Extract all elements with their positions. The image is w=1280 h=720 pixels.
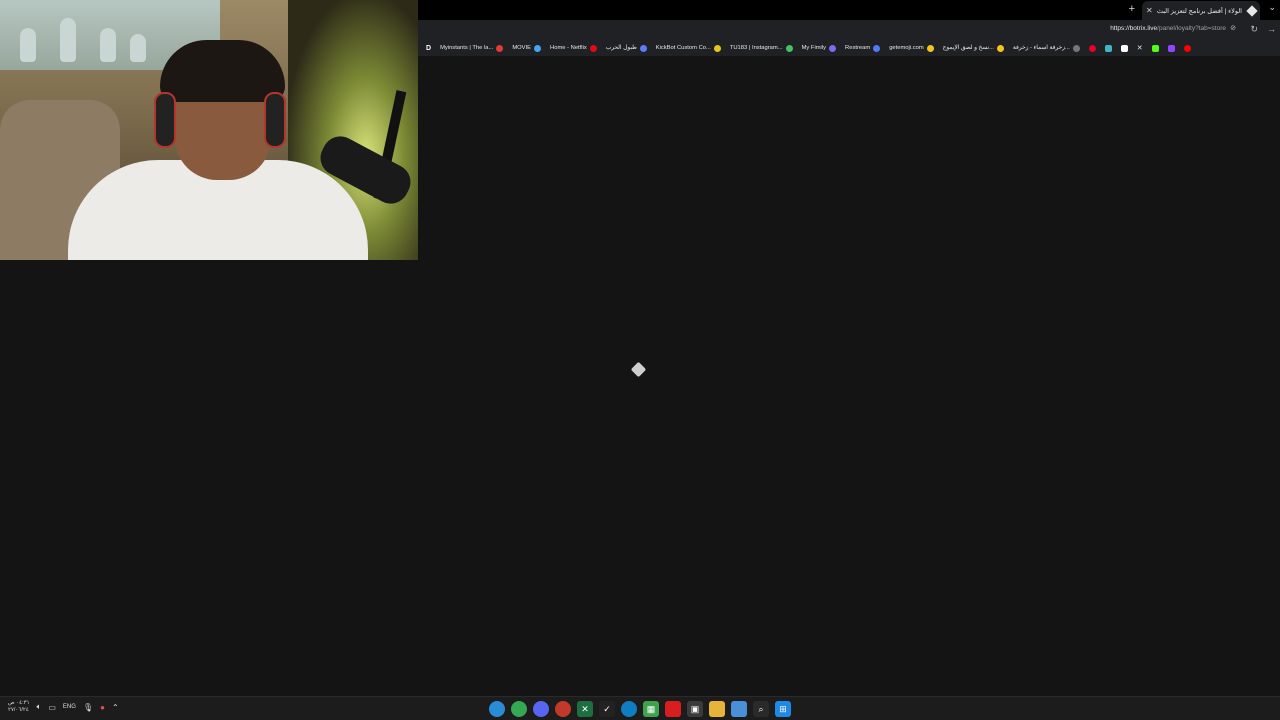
taskbar: ٠٤:٣١ ص ٢٧/٠٦/٢٤ 🔈︎ ▭ ENG 🎙︎ ● ⌃ ✕ ✓ ▦ ▣… xyxy=(0,696,1280,720)
file-explorer-icon[interactable] xyxy=(709,701,725,717)
url-path: /panel/loyalty?tab=store xyxy=(1157,25,1226,32)
twitch-icon[interactable] xyxy=(1167,44,1175,52)
tab-title: الولاء | أفضل برنامج لتعزيز البث الم... xyxy=(1156,7,1242,15)
webcam-overlay xyxy=(0,0,418,260)
display-icon[interactable]: ▭ xyxy=(48,703,56,712)
x-icon[interactable]: ✕ xyxy=(1137,44,1143,52)
youtube-icon[interactable] xyxy=(1183,44,1191,52)
bookmark-getemoji[interactable]: getemoji.com xyxy=(889,44,934,52)
chevron-up-icon[interactable]: ⌃ xyxy=(112,703,119,712)
language-indicator[interactable]: ENG xyxy=(63,704,76,710)
forward-icon[interactable]: → xyxy=(1267,24,1276,34)
tiktok-icon[interactable] xyxy=(1120,44,1128,52)
taskbar-apps: ✕ ✓ ▦ ▣ ⌕ ⊞ xyxy=(489,701,791,717)
clock-time: ٠٤:٣١ ص xyxy=(8,700,30,706)
kick-icon[interactable] xyxy=(1151,44,1159,52)
chevron-down-icon[interactable]: ⌄ xyxy=(1268,2,1276,13)
close-icon[interactable]: ✕ xyxy=(1146,6,1153,15)
recording-icon[interactable]: ● xyxy=(100,703,105,712)
system-tray: ٠٤:٣١ ص ٢٧/٠٦/٢٤ 🔈︎ ▭ ENG 🎙︎ ● ⌃ xyxy=(8,700,119,714)
streamer-hair xyxy=(160,40,285,102)
discord-icon[interactable] xyxy=(533,701,549,717)
bookmark-myinstants[interactable]: Myinstants | The la... xyxy=(440,44,504,52)
d-logo-icon[interactable]: D xyxy=(426,45,431,52)
red-app-icon[interactable] xyxy=(665,701,681,717)
bookmark-my-fimily[interactable]: My Fimily xyxy=(802,44,837,52)
bookmark-war-drums[interactable]: طبول الحرب xyxy=(606,44,647,52)
edge-icon[interactable] xyxy=(621,701,637,717)
instagram-icon[interactable] xyxy=(1104,44,1112,52)
bookmark-copy-emoji[interactable]: نسخ و لصق الإيموج... xyxy=(943,44,1004,52)
headphone-right xyxy=(264,92,286,148)
bookmark-kickbot[interactable]: KickBot Custom Co... xyxy=(656,44,721,52)
bookmark-restream[interactable]: Restream xyxy=(845,44,881,52)
bookmark-name-decoration[interactable]: زخرفة اسماء - زخرفة... xyxy=(1013,44,1080,52)
url-text[interactable]: https://botrix.live/panel/loyalty?tab=st… xyxy=(1110,25,1226,32)
loading-icon xyxy=(630,361,647,378)
reload-icon[interactable]: ↻ xyxy=(1250,24,1258,35)
store-icon[interactable]: ▣ xyxy=(687,701,703,717)
url-host: https://botrix.live xyxy=(1110,25,1158,32)
bookmark-instagram[interactable]: TU183 | Instagram... xyxy=(730,44,793,52)
bookmarks-bar: D Myinstants | The la... MOVIE Home - Ne… xyxy=(418,40,1280,56)
search-icon[interactable]: ⌕ xyxy=(753,701,769,717)
app-grid-icon[interactable]: ▦ xyxy=(643,701,659,717)
chrome-icon[interactable] xyxy=(511,701,527,717)
browser-icon[interactable] xyxy=(489,701,505,717)
excel-icon[interactable]: ✕ xyxy=(577,701,593,717)
screen: + الولاء | أفضل برنامج لتعزيز البث الم..… xyxy=(0,0,1280,720)
lock-icon[interactable]: ⊘ xyxy=(1230,24,1236,32)
app-icon[interactable] xyxy=(555,701,571,717)
capcut-icon[interactable]: ✓ xyxy=(599,701,615,717)
bookmark-netflix[interactable]: Home - Netflix xyxy=(550,44,597,52)
microphone-icon[interactable]: 🎙︎ xyxy=(83,703,93,712)
photos-icon[interactable] xyxy=(731,701,747,717)
plus-icon[interactable]: + xyxy=(1129,3,1135,15)
pinterest-icon[interactable] xyxy=(1088,44,1096,52)
bookmark-movie[interactable]: MOVIE xyxy=(512,44,542,52)
address-bar[interactable]: https://botrix.live/panel/loyalty?tab=st… xyxy=(418,20,1280,40)
windows-start-icon[interactable]: ⊞ xyxy=(775,701,791,717)
headphone-left xyxy=(154,92,176,148)
volume-icon[interactable]: 🔈︎ xyxy=(37,702,42,712)
browser-tab[interactable]: الولاء | أفضل برنامج لتعزيز البث الم... … xyxy=(1142,1,1260,20)
tab-favicon-icon xyxy=(1246,4,1258,17)
clock-date: ٢٧/٠٦/٢٤ xyxy=(8,707,29,713)
clock[interactable]: ٠٤:٣١ ص ٢٧/٠٦/٢٤ xyxy=(8,700,30,714)
